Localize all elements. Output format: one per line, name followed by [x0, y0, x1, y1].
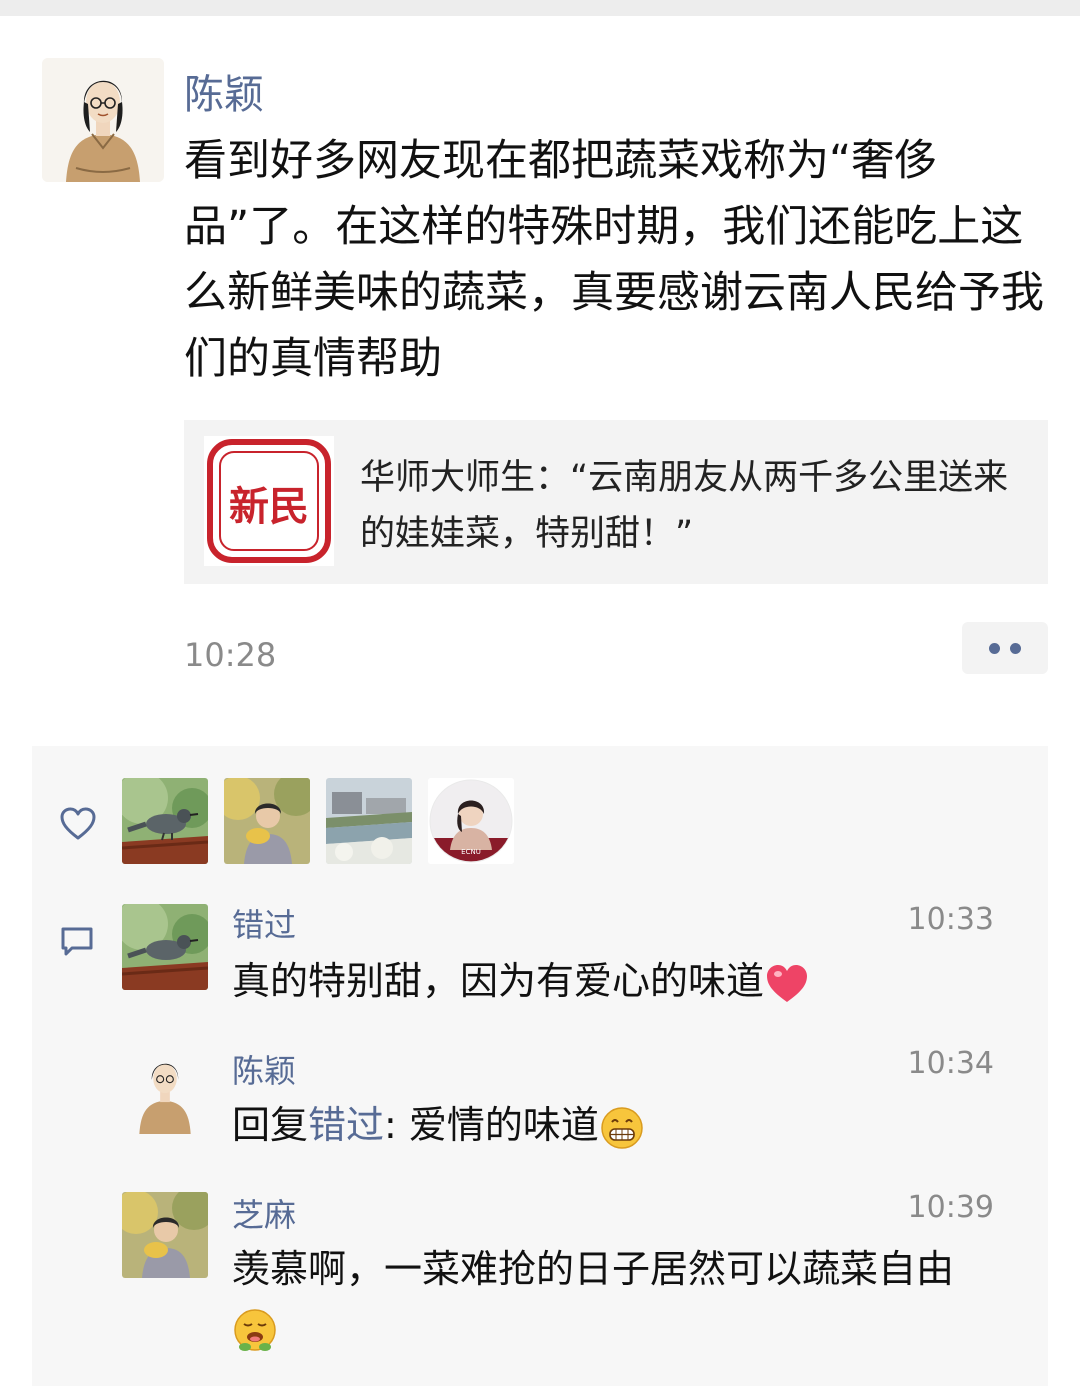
more-actions-button[interactable] [962, 622, 1048, 674]
shared-article-title: 华师大师生：“云南朋友从两千多公里送来的娃娃菜，特别甜！” [360, 458, 1009, 554]
comment-timestamp: 10:39 [907, 1190, 994, 1225]
reply-prefix: 回复 [232, 1103, 309, 1147]
top-strip [0, 0, 1080, 16]
comment-avatar-bird[interactable] [122, 904, 208, 990]
xinmin-logo-text: 新民 [229, 483, 309, 530]
post-author-name[interactable]: 陈颖 [184, 62, 264, 120]
more-dot-icon [989, 642, 1000, 654]
post-timestamp: 10:28 [184, 636, 277, 674]
comment-body: : 爱情的味道 [384, 1103, 599, 1147]
like-avatar-river-campus[interactable] [326, 778, 412, 864]
comment-author-name[interactable]: 陈颖 [232, 1046, 296, 1092]
comment-bubble-icon [61, 927, 93, 956]
comment-reply-text[interactable]: 回复错过: 爱情的味道 [232, 1096, 1022, 1154]
author-avatar[interactable] [42, 58, 164, 182]
like-avatar-bird[interactable] [122, 778, 208, 864]
comment-text[interactable]: 真的特别甜，因为有爱心的味道 [232, 952, 1022, 1010]
shared-article-card[interactable]: 新民 华师大师生：“云南朋友从两千多公里送来的娃娃菜，特别甜！” [184, 420, 1048, 584]
drooling-emoji [234, 1308, 276, 1351]
comment-timestamp: 10:33 [907, 902, 994, 937]
reply-target-name[interactable]: 错过 [308, 1103, 384, 1147]
grin-emoji [601, 1106, 643, 1149]
comment-text[interactable]: 羡慕啊，一菜难抢的日子居然可以蔬菜自由 [232, 1240, 1022, 1356]
comment-avatar-woman-fan[interactable] [122, 1192, 208, 1278]
like-avatar-woman-fan[interactable] [224, 778, 310, 864]
comment-body: 羡慕啊，一菜难抢的日子居然可以蔬菜自由 [232, 1247, 955, 1291]
comment-timestamp: 10:34 [907, 1046, 994, 1081]
like-avatar-ecnu-woman[interactable]: ECNU [428, 778, 514, 864]
ecnu-badge-text: ECNU [461, 848, 481, 856]
heart-outline-icon [60, 807, 96, 840]
heart-emoji [767, 964, 808, 1002]
comment-body: 真的特别甜，因为有爱心的味道 [232, 959, 765, 1003]
post-text: 看到好多网友现在都把蔬菜戏称为“奢侈品”了。在这样的特殊时期，我们还能吃上这么新… [184, 136, 1044, 384]
comment-author-name[interactable]: 错过 [232, 900, 296, 946]
comment-avatar-author[interactable] [122, 1048, 208, 1134]
more-dot-icon [1010, 642, 1021, 654]
comment-author-name[interactable]: 芝麻 [232, 1190, 296, 1236]
xinmin-logo: 新民 [204, 436, 334, 566]
